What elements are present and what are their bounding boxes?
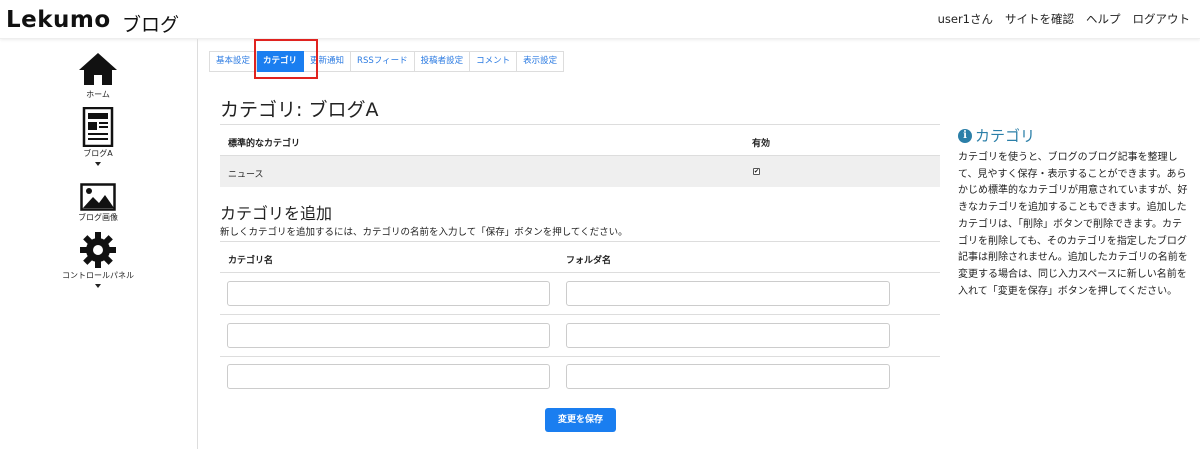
image-icon xyxy=(80,183,116,211)
sidebar-item-control-panel[interactable]: コントロールパネル xyxy=(58,231,138,288)
app-header: Lekumo ブログ user1さん サイトを確認 ヘルプ ログアウト xyxy=(0,0,1200,39)
add-category-title: カテゴリを追加 xyxy=(220,204,333,223)
logout-link[interactable]: ログアウト xyxy=(1133,11,1191,27)
highlight-annotation xyxy=(254,39,318,79)
column-header-category: 標準的なカテゴリ xyxy=(228,139,301,149)
sidebar: ホーム ブログA ブログ画像 コントロールパネル xyxy=(0,39,198,449)
sidebar-item-images[interactable]: ブログ画像 xyxy=(58,183,138,223)
table-row: ニュース ✔ xyxy=(220,156,940,187)
save-changes-button[interactable]: 変更を保存 xyxy=(545,408,616,432)
chevron-down-icon xyxy=(95,162,101,166)
form-row xyxy=(220,273,940,315)
category-name-input[interactable] xyxy=(227,281,550,306)
folder-name-input[interactable] xyxy=(566,364,890,389)
page-title: カテゴリ: ブログA xyxy=(220,99,379,121)
column-header-enabled: 有効 xyxy=(752,139,771,149)
info-icon: i xyxy=(958,128,972,143)
sidebar-item-home[interactable]: ホーム xyxy=(58,51,138,100)
chevron-down-icon xyxy=(95,284,101,288)
form-row xyxy=(220,315,940,357)
gear-icon xyxy=(80,232,116,268)
help-title-text: カテゴリ xyxy=(975,127,1036,145)
home-icon xyxy=(79,53,117,85)
tab-rss-feed[interactable]: RSSフィード xyxy=(351,51,415,72)
view-site-link[interactable]: サイトを確認 xyxy=(1005,11,1074,27)
category-table: 標準的なカテゴリ 有効 ニュース ✔ xyxy=(220,124,940,187)
document-icon xyxy=(82,107,114,147)
column-header-category-name: カテゴリ名 xyxy=(228,256,274,266)
folder-name-input[interactable] xyxy=(566,281,890,306)
sidebar-item-label: ブログA xyxy=(83,149,113,158)
sidebar-item-label: コントロールパネル xyxy=(62,271,134,280)
add-category-description: 新しくカテゴリを追加するには、カテゴリの名前を入力して「保存」ボタンを押してくだ… xyxy=(220,227,628,238)
sidebar-item-blog[interactable]: ブログA xyxy=(58,107,138,166)
tab-display-settings[interactable]: 表示設定 xyxy=(517,51,565,72)
top-nav: user1さん サイトを確認 ヘルプ ログアウト xyxy=(938,11,1190,27)
user-menu-link[interactable]: user1さん xyxy=(938,11,993,27)
logo[interactable]: Lekumo xyxy=(6,7,111,33)
enabled-checkbox[interactable]: ✔ xyxy=(753,168,760,175)
table-header: 標準的なカテゴリ 有効 xyxy=(220,124,940,156)
tab-comments[interactable]: コメント xyxy=(470,51,518,72)
category-name-input[interactable] xyxy=(227,364,550,389)
help-text: カテゴリを使うと、ブログのブログ記事を整理して、見やすく保存・表示することができ… xyxy=(958,152,1188,297)
form-row xyxy=(220,356,940,398)
help-link[interactable]: ヘルプ xyxy=(1086,11,1121,27)
logo-subtitle[interactable]: ブログ xyxy=(122,10,179,37)
add-category-form-header: カテゴリ名 フォルダ名 xyxy=(220,241,940,273)
category-name-input[interactable] xyxy=(227,323,550,348)
sidebar-item-label: ブログ画像 xyxy=(78,213,118,222)
sidebar-item-label: ホーム xyxy=(86,90,110,99)
column-header-folder-name: フォルダ名 xyxy=(566,256,612,266)
folder-name-input[interactable] xyxy=(566,323,890,348)
tab-basic-settings[interactable]: 基本設定 xyxy=(209,51,258,72)
tab-author-settings[interactable]: 投稿者設定 xyxy=(414,51,471,72)
help-title: i カテゴリ xyxy=(958,125,1035,146)
category-name: ニュース xyxy=(228,170,264,180)
